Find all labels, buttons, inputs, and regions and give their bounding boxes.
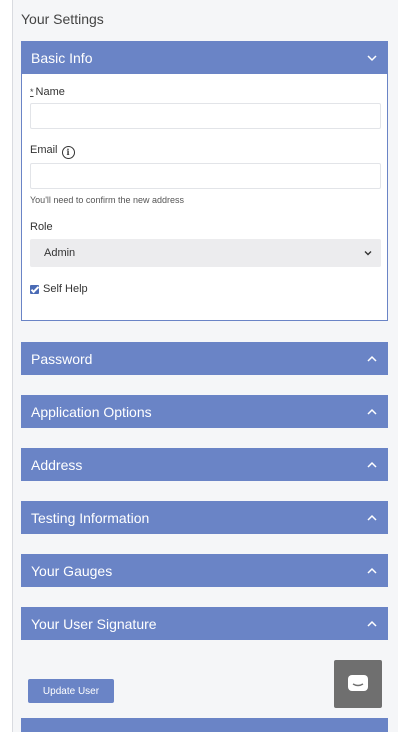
panel-title: Testing Information — [31, 509, 150, 526]
panel-header-your-user-signature[interactable]: Your User Signature — [21, 607, 388, 640]
email-hint: You'll need to confirm the new address — [30, 195, 184, 205]
panel-header-your-gauges[interactable]: Your Gauges — [21, 554, 388, 587]
role-label: Role — [30, 221, 53, 233]
chevron-down-icon — [363, 248, 373, 258]
panel-header-address[interactable]: Address — [21, 448, 388, 481]
info-icon[interactable]: i — [61, 146, 75, 159]
panel-title: Your Gauges — [31, 562, 113, 579]
role-select[interactable]: Admin — [30, 239, 381, 267]
update-user-button[interactable]: Update User — [28, 679, 114, 703]
panel-title: Your User Signature — [31, 615, 157, 632]
panel-header-application-options[interactable]: Application Options — [21, 395, 388, 428]
chat-button[interactable] — [334, 660, 382, 708]
chevron-up-icon — [366, 353, 378, 365]
email-input[interactable] — [30, 163, 381, 189]
panel-title: Address — [31, 456, 83, 473]
chevron-up-icon — [366, 406, 378, 418]
basic-info-body: * Name Email i You'll need to confirm the … — [21, 74, 388, 321]
panel-title: Password — [31, 350, 93, 367]
chevron-up-icon — [366, 459, 378, 471]
chat-icon — [348, 675, 368, 691]
chevron-up-icon — [366, 618, 378, 630]
panel-title: Application Options — [31, 403, 152, 420]
panel-header-basic-info[interactable]: Basic Info — [21, 41, 388, 74]
chevron-up-icon — [366, 512, 378, 524]
self-help-label: Self Help — [43, 283, 88, 295]
self-help-checkbox[interactable] — [30, 284, 39, 294]
page-title: Your Settings — [21, 11, 104, 27]
role-select-value: Admin — [44, 247, 76, 259]
chevron-up-icon — [366, 565, 378, 577]
email-label: Email i — [30, 144, 75, 159]
required-mark: * — [30, 87, 34, 97]
settings-page: Your Settings Basic Info * Name Email i Yo… — [12, 0, 398, 732]
panel-header-testing-information[interactable]: Testing Information — [21, 501, 388, 534]
panel-header-password[interactable]: Password — [21, 342, 388, 375]
panel-header-partial — [21, 718, 388, 732]
self-help-row[interactable]: Self Help — [30, 283, 88, 295]
chevron-down-icon — [366, 52, 378, 64]
panel-title: Basic Info — [31, 49, 93, 66]
name-label: * Name — [30, 86, 65, 98]
name-input[interactable] — [30, 103, 381, 129]
